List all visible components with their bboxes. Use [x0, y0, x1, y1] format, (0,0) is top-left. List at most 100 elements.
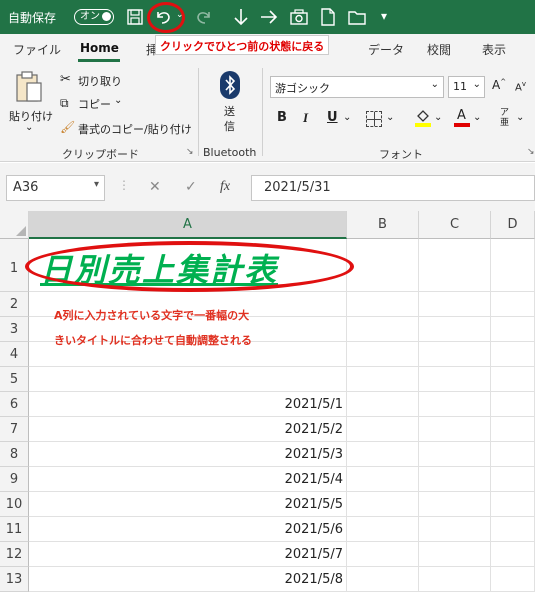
copy-dropdown-icon[interactable]: ⌄: [114, 95, 122, 106]
name-box[interactable]: A36 ▾: [6, 175, 105, 201]
row-header-2[interactable]: 2: [0, 292, 29, 317]
tab-data[interactable]: データ: [368, 41, 404, 58]
cell-d9[interactable]: [491, 467, 535, 492]
cell-b13[interactable]: [347, 567, 419, 592]
fill-color-icon[interactable]: [414, 108, 432, 128]
cell-b3[interactable]: [347, 317, 419, 342]
paste-dropdown-icon[interactable]: ⌄: [25, 122, 33, 133]
italic-button[interactable]: I: [303, 110, 308, 126]
cell-b12[interactable]: [347, 542, 419, 567]
cut-button[interactable]: 切り取り: [78, 73, 122, 89]
cell-b9[interactable]: [347, 467, 419, 492]
cell-c5[interactable]: [419, 367, 491, 392]
select-all-corner[interactable]: [0, 211, 29, 239]
row-header-6[interactable]: 6: [0, 392, 29, 417]
save-icon[interactable]: [124, 6, 146, 28]
cell-c7[interactable]: [419, 417, 491, 442]
folder-icon[interactable]: [346, 6, 368, 28]
cell-c13[interactable]: [419, 567, 491, 592]
cancel-icon[interactable]: ✕: [149, 179, 161, 195]
underline-button[interactable]: U: [327, 110, 338, 125]
cell-c11[interactable]: [419, 517, 491, 542]
cell-a10[interactable]: 2021/5/5: [29, 492, 347, 517]
cell-c1[interactable]: [419, 239, 491, 292]
column-header-c[interactable]: C: [419, 211, 491, 239]
font-launcher-icon[interactable]: ↘: [527, 147, 535, 157]
insert-function-icon[interactable]: fx: [220, 179, 230, 195]
camera-icon[interactable]: [288, 6, 310, 28]
cell-c2[interactable]: [419, 292, 491, 317]
cell-a11[interactable]: 2021/5/6: [29, 517, 347, 542]
tab-view[interactable]: 表示: [482, 41, 506, 58]
cell-b8[interactable]: [347, 442, 419, 467]
cell-d8[interactable]: [491, 442, 535, 467]
format-painter-button[interactable]: 書式のコピー/貼り付け: [78, 121, 192, 137]
increase-font-icon[interactable]: A^: [492, 78, 506, 92]
font-color-dropdown-icon[interactable]: ⌄: [473, 112, 481, 123]
tab-home[interactable]: Home: [80, 41, 119, 55]
cell-a13[interactable]: 2021/5/8: [29, 567, 347, 592]
cell-b6[interactable]: [347, 392, 419, 417]
row-header-3[interactable]: 3: [0, 317, 29, 342]
row-header-12[interactable]: 12: [0, 542, 29, 567]
redo-icon[interactable]: [193, 6, 215, 28]
drag-handle-icon[interactable]: ⋮: [118, 178, 130, 192]
row-header-10[interactable]: 10: [0, 492, 29, 517]
bold-button[interactable]: B: [277, 110, 287, 125]
cell-d4[interactable]: [491, 342, 535, 367]
font-color-icon[interactable]: A: [453, 108, 471, 128]
row-header-11[interactable]: 11: [0, 517, 29, 542]
column-header-d[interactable]: D: [491, 211, 535, 239]
cell-b7[interactable]: [347, 417, 419, 442]
cell-a6[interactable]: 2021/5/1: [29, 392, 347, 417]
cell-d3[interactable]: [491, 317, 535, 342]
row-header-8[interactable]: 8: [0, 442, 29, 467]
font-size-select[interactable]: 11 ⌄: [448, 76, 485, 98]
cell-c8[interactable]: [419, 442, 491, 467]
cell-d12[interactable]: [491, 542, 535, 567]
cell-c12[interactable]: [419, 542, 491, 567]
cell-c6[interactable]: [419, 392, 491, 417]
cell-c4[interactable]: [419, 342, 491, 367]
document-icon[interactable]: [317, 6, 339, 28]
cell-c10[interactable]: [419, 492, 491, 517]
tab-file[interactable]: ファイル: [13, 41, 61, 58]
cell-a5[interactable]: [29, 367, 347, 392]
customize-icon[interactable]: ▾: [381, 9, 387, 23]
cell-a9[interactable]: 2021/5/4: [29, 467, 347, 492]
column-header-a[interactable]: A: [29, 211, 347, 239]
border-dropdown-icon[interactable]: ⌄: [386, 112, 394, 123]
copy-button[interactable]: コピー: [78, 96, 111, 112]
tab-review[interactable]: 校閲: [427, 41, 451, 58]
cell-c3[interactable]: [419, 317, 491, 342]
cell-b10[interactable]: [347, 492, 419, 517]
cell-d11[interactable]: [491, 517, 535, 542]
phonetic-dropdown-icon[interactable]: ⌄: [516, 112, 524, 123]
enter-icon[interactable]: ✓: [185, 179, 197, 195]
paste-icon[interactable]: [14, 70, 44, 104]
cell-d6[interactable]: [491, 392, 535, 417]
row-header-4[interactable]: 4: [0, 342, 29, 367]
cell-d13[interactable]: [491, 567, 535, 592]
border-icon[interactable]: [366, 111, 382, 127]
cell-b11[interactable]: [347, 517, 419, 542]
cell-b5[interactable]: [347, 367, 419, 392]
underline-dropdown-icon[interactable]: ⌄: [343, 112, 351, 123]
right-arrow-icon[interactable]: [258, 6, 280, 28]
cell-b2[interactable]: [347, 292, 419, 317]
cell-a12[interactable]: 2021/5/7: [29, 542, 347, 567]
cell-d2[interactable]: [491, 292, 535, 317]
formula-input[interactable]: 2021/5/31: [251, 175, 535, 201]
row-header-9[interactable]: 9: [0, 467, 29, 492]
fill-color-dropdown-icon[interactable]: ⌄: [434, 112, 442, 123]
cell-d5[interactable]: [491, 367, 535, 392]
column-header-b[interactable]: B: [347, 211, 419, 239]
cell-a8[interactable]: 2021/5/3: [29, 442, 347, 467]
phonetic-icon[interactable]: ア亜: [500, 108, 509, 128]
font-name-select[interactable]: 游ゴシック ⌄: [270, 76, 444, 98]
autosave-toggle[interactable]: オン: [74, 9, 114, 25]
row-header-13[interactable]: 13: [0, 567, 29, 592]
cell-d10[interactable]: [491, 492, 535, 517]
decrease-font-icon[interactable]: Av: [515, 80, 526, 93]
cell-b1[interactable]: [347, 239, 419, 292]
